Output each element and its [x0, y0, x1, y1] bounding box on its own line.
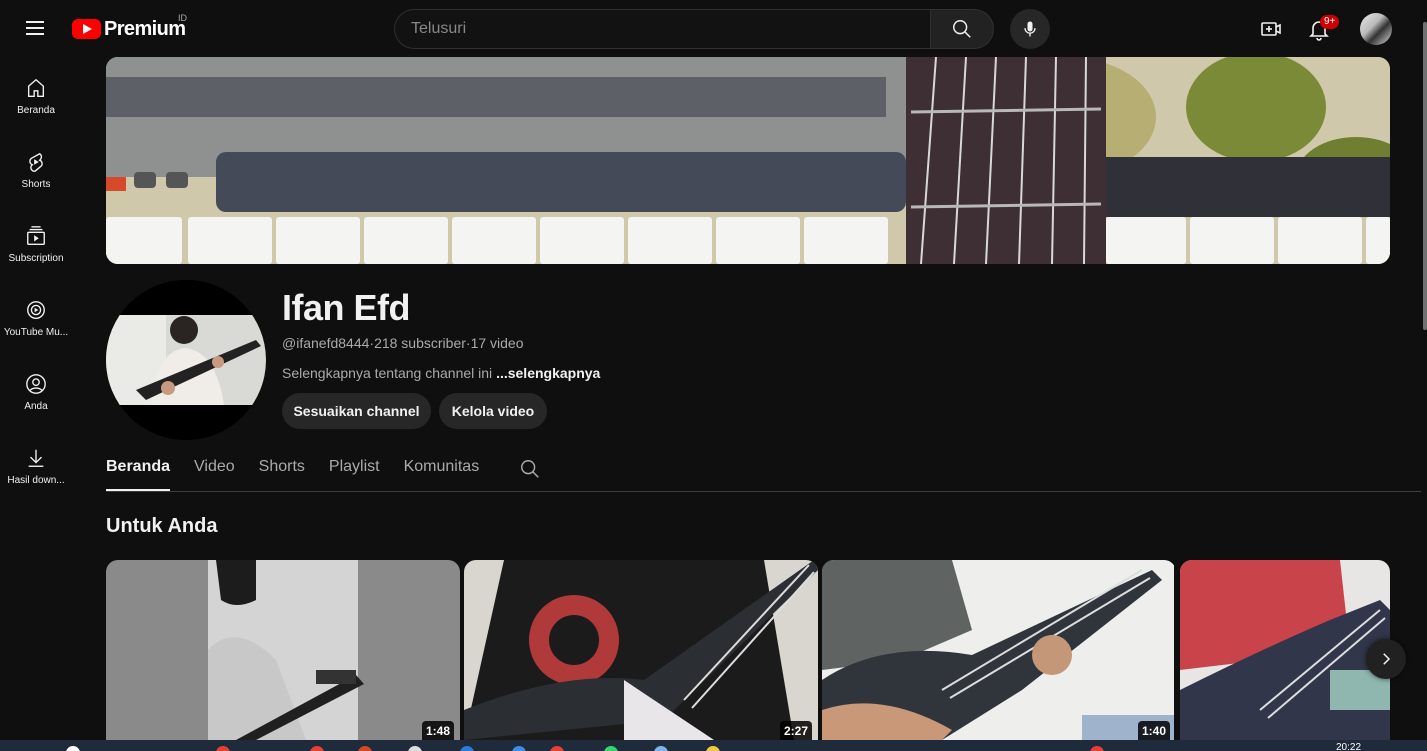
- channel-banner: [106, 57, 1390, 264]
- channel-tabs: Beranda Video Shorts Playlist Komunitas: [106, 448, 503, 492]
- taskbar-app-icon[interactable]: [654, 746, 668, 751]
- video-count: 17 video: [470, 335, 524, 351]
- video-card[interactable]: 1:40: [822, 560, 1176, 740]
- search-icon: [953, 20, 971, 38]
- masthead: Premium ID 9+: [0, 0, 1427, 56]
- manage-videos-button[interactable]: Kelola video: [439, 393, 547, 429]
- account-icon: [24, 372, 48, 396]
- youtube-music-icon: [24, 298, 48, 322]
- channel-avatar-image: [106, 280, 266, 440]
- channel-handle[interactable]: @ifanefd8444: [282, 335, 369, 351]
- video-card[interactable]: [1180, 560, 1390, 740]
- taskbar-app-icon[interactable]: [550, 746, 564, 751]
- taskbar-app-icon[interactable]: [1090, 746, 1104, 751]
- channel-name: Ifan Efd: [282, 287, 411, 328]
- channel-metadata: @ifanefd8444 · 218 subscriber · 17 video: [282, 335, 524, 351]
- video-duration: 1:48: [421, 721, 454, 740]
- video-thumbnail: [822, 560, 1174, 740]
- guide-label: Beranda: [17, 105, 55, 116]
- subscriber-count: 218 subscriber: [374, 335, 466, 351]
- guide-item-home[interactable]: Beranda: [0, 56, 72, 130]
- guide-item-you[interactable]: Anda: [0, 352, 72, 426]
- taskbar-app-icon[interactable]: [512, 746, 526, 751]
- section-title: Untuk Anda: [106, 515, 218, 537]
- home-icon: [24, 76, 48, 100]
- account-avatar[interactable]: [1360, 13, 1392, 45]
- notification-badge: 9+: [1320, 15, 1340, 29]
- taskbar-app-icon[interactable]: [310, 746, 324, 751]
- microphone-icon: [1024, 21, 1036, 37]
- video-thumbnail: [1180, 560, 1390, 740]
- search-button[interactable]: [930, 9, 994, 49]
- taskbar-app-icon[interactable]: [604, 746, 618, 751]
- channel-description[interactable]: Selengkapnya tentang channel ini ...sele…: [282, 365, 600, 381]
- search-icon: [521, 460, 539, 478]
- taskbar-app-icon[interactable]: [358, 746, 372, 751]
- search-box: [394, 9, 994, 49]
- youtube-premium-logo[interactable]: Premium ID: [72, 13, 187, 42]
- guide-label: Shorts: [21, 179, 51, 190]
- youtube-play-icon: [72, 19, 101, 39]
- guide-label: Anda: [24, 401, 48, 412]
- search-input[interactable]: [411, 20, 930, 38]
- channel-avatar[interactable]: [106, 280, 266, 440]
- os-taskbar: 20:22: [0, 740, 1427, 751]
- logo-text: Premium: [104, 17, 186, 40]
- video-thumbnail: [106, 560, 460, 740]
- guide-item-subscriptions[interactable]: Subscription: [0, 204, 72, 278]
- shorts-icon: [24, 150, 48, 174]
- channel-search-button[interactable]: [519, 458, 541, 480]
- tab-home[interactable]: Beranda: [106, 448, 171, 492]
- guide-label: Subscription: [8, 253, 64, 264]
- video-card[interactable]: 2:27: [464, 560, 818, 740]
- taskbar-clock[interactable]: 20:22: [1336, 742, 1361, 751]
- about-text: Selengkapnya tentang channel ini: [282, 365, 497, 381]
- voice-search-button[interactable]: [1010, 9, 1050, 49]
- carousel-next-button[interactable]: [1366, 639, 1406, 679]
- guide-item-shorts[interactable]: Shorts: [0, 130, 72, 204]
- scrollbar-thumb[interactable]: [1423, 22, 1427, 330]
- taskbar-app-icon[interactable]: [706, 746, 720, 751]
- guide-item-downloads[interactable]: Hasil down...: [0, 426, 72, 500]
- tab-shorts[interactable]: Shorts: [259, 448, 305, 492]
- banner-image: [106, 57, 1390, 264]
- download-icon: [24, 446, 48, 470]
- menu-icon[interactable]: [18, 12, 54, 44]
- taskbar-app-icon[interactable]: [216, 746, 230, 751]
- create-video-icon: [1261, 22, 1281, 36]
- customize-channel-button[interactable]: Sesuaikan channel: [282, 393, 431, 429]
- chevron-right-icon: [1383, 653, 1391, 665]
- taskbar-app-icon[interactable]: [460, 746, 474, 751]
- video-duration: 1:40: [1137, 721, 1170, 740]
- video-card[interactable]: 1:48: [106, 560, 460, 740]
- search-field-wrapper: [394, 9, 930, 49]
- video-duration: 2:27: [779, 721, 812, 740]
- guide-label: YouTube Mu...: [3, 327, 69, 338]
- tab-community[interactable]: Komunitas: [404, 448, 480, 492]
- create-button[interactable]: [1254, 12, 1288, 46]
- taskbar-app-icon[interactable]: [408, 746, 422, 751]
- tabs-divider: [106, 491, 1421, 492]
- country-code: ID: [178, 13, 187, 23]
- guide-label: Hasil down...: [7, 475, 65, 486]
- mini-guide: Beranda Shorts Subscription YouTube Mu..…: [0, 56, 72, 500]
- guide-item-youtube-music[interactable]: YouTube Mu...: [0, 278, 72, 352]
- subscriptions-icon: [24, 224, 48, 248]
- page-scrollbar[interactable]: [1423, 0, 1427, 740]
- about-more-link[interactable]: ...selengkapnya: [496, 365, 600, 381]
- tab-videos[interactable]: Video: [194, 448, 235, 492]
- taskbar-app-icon[interactable]: [66, 746, 80, 751]
- video-thumbnail: [464, 560, 818, 740]
- tab-playlists[interactable]: Playlist: [329, 448, 380, 492]
